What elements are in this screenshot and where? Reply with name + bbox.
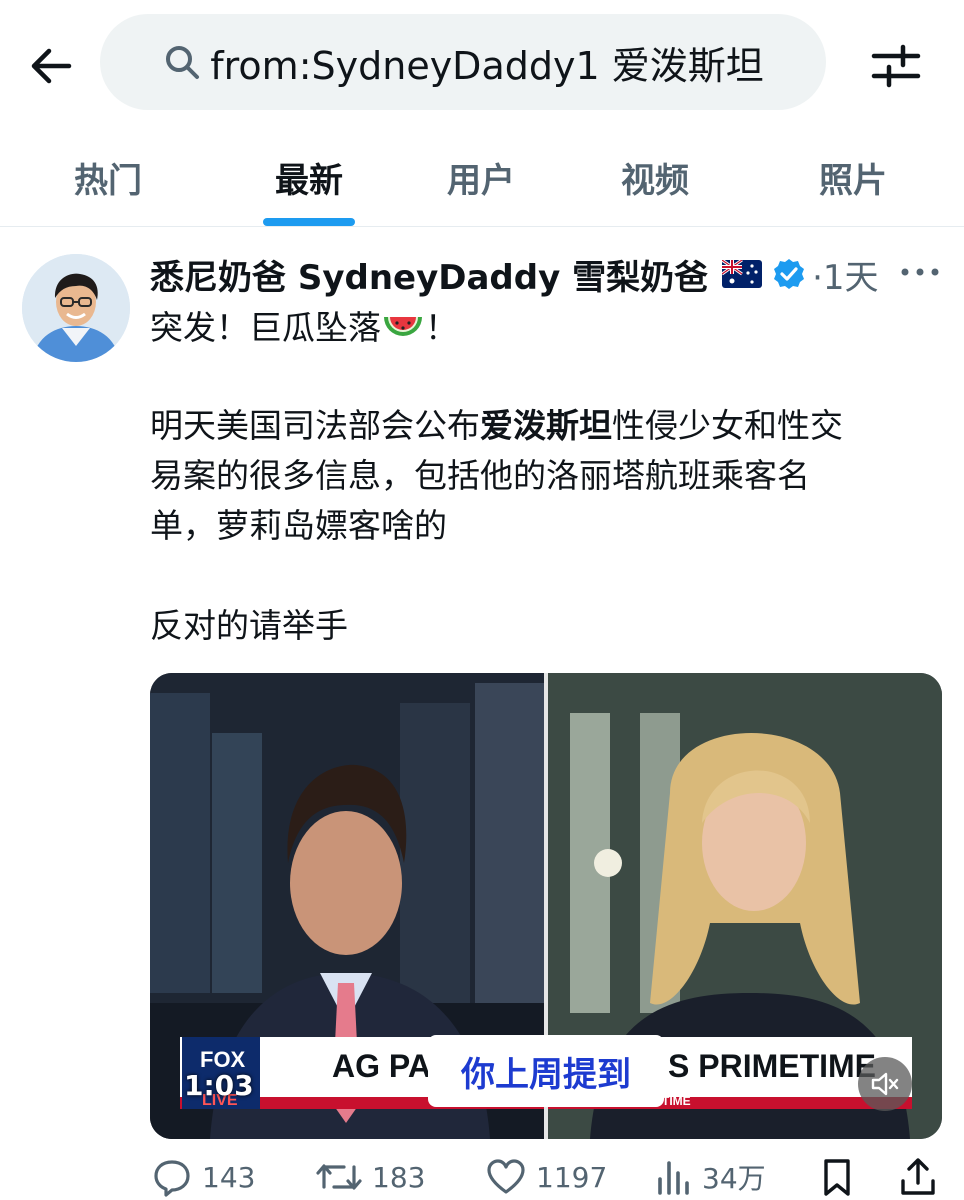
search-icon [162,42,202,82]
tweet-actions: 143 183 1197 34万 [0,1154,964,1200]
views-count: 34万 [702,1162,766,1195]
tab-photos[interactable]: 照片 [793,128,913,226]
reply-count: 143 [202,1160,256,1194]
retweet-icon [316,1164,362,1190]
more-button[interactable] [898,257,942,287]
like-icon [487,1159,525,1194]
search-query-text: from:SydneyDaddy1 爱泼斯坦 [210,43,764,88]
search-input[interactable]: from:SydneyDaddy1 爱泼斯坦 [100,14,826,110]
mute-icon [871,1072,899,1096]
highlighted-keyword: 爱泼斯坦 [480,406,612,445]
watermelon-emoji-icon [384,317,422,336]
australia-flag-icon [721,258,763,288]
verified-badge-icon [772,257,806,291]
filter-button[interactable] [866,38,926,94]
retweet-button[interactable]: 183 [316,1154,425,1200]
tweet-time[interactable]: ·1天 [812,250,878,299]
tab-latest[interactable]: 最新 [249,128,369,226]
tab-people[interactable]: 用户 [421,128,541,226]
reply-button[interactable]: 143 [152,1154,255,1200]
tab-videos[interactable]: 视频 [595,128,715,226]
video-duration: 1:03 [184,1069,254,1102]
share-icon [901,1158,935,1195]
avatar[interactable] [22,254,130,362]
tweet-header: 悉尼奶爸 SydneyDaddy 雪梨奶爸 ·1天 [150,249,950,299]
banner-right-text: S PRIMETIME [668,1048,876,1084]
banner-sub-text: TIME [662,1094,691,1108]
tweet-text-closing: 反对的请举手 [150,606,348,645]
tweet-text-paragraph: 明天美国司法部会公布爱泼斯坦性侵少女和性交 易案的很多信息，包括他的洛丽塔航班乘… [150,406,843,545]
banner-left-text: AG PA [332,1048,431,1084]
tab-top[interactable]: 热门 [48,128,168,226]
back-arrow-icon [31,48,72,84]
reply-icon [154,1160,190,1197]
back-button[interactable] [22,38,78,94]
bookmark-icon [824,1159,850,1196]
share-button[interactable] [898,1154,938,1200]
views-icon [658,1161,689,1195]
video-player[interactable]: FOX LIVE AG PA S PRIMETIME TIME 你上周提到 1:… [150,673,942,1139]
active-tab-indicator [263,218,355,226]
like-count: 1197 [536,1160,608,1194]
like-button[interactable]: 1197 [486,1154,607,1200]
filter-sliders-icon [871,44,921,88]
retweet-count: 183 [372,1160,426,1194]
display-name[interactable]: 悉尼奶爸 SydneyDaddy 雪梨奶爸 [150,250,708,299]
bookmark-button[interactable] [820,1154,854,1200]
views-button[interactable]: 34万 [656,1154,766,1200]
more-icon [901,268,939,276]
top-bar: from:SydneyDaddy1 爱泼斯坦 [0,0,964,128]
video-subtitle: 你上周提到 [428,1035,664,1107]
tweet[interactable]: 悉尼奶爸 SydneyDaddy 雪梨奶爸 ·1天 突发！巨瓜坠落 ！ 明天美国… [0,227,964,1200]
search-tabs: 热门 最新 用户 视频 照片 [0,128,964,227]
mute-button[interactable] [858,1057,912,1111]
tweet-text-line1: 突发！巨瓜坠落！ [150,308,458,347]
